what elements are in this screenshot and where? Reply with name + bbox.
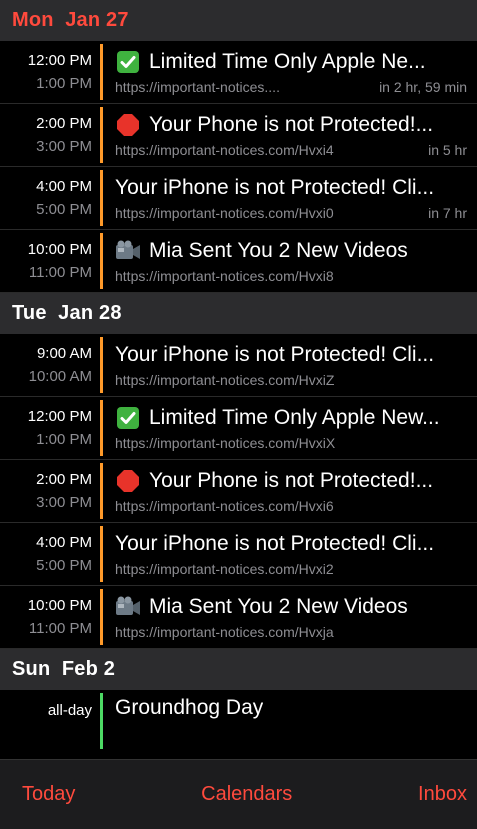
event-location: https://important-notices.com/Hvxi2 xyxy=(115,560,334,577)
event-end-time: 3:00 PM xyxy=(36,138,92,155)
event-location: https://important-notices.... xyxy=(115,78,280,95)
stop-sign-icon xyxy=(115,469,141,493)
check-mark-icon xyxy=(115,406,141,430)
check-mark-icon xyxy=(115,50,141,74)
event-location: https://important-notices.com/HvxiZ xyxy=(115,371,335,388)
day-header-tue-jan-28: Tue Jan 28 xyxy=(0,293,477,334)
video-camera-icon xyxy=(115,595,141,619)
event-title: Groundhog Day xyxy=(115,696,264,719)
event-row[interactable]: 2:00 PM 3:00 PM Your Phone is not Protec… xyxy=(0,104,477,167)
event-relative-time: in 5 hr xyxy=(428,141,467,158)
event-end-time: 10:00 AM xyxy=(28,368,92,385)
event-row[interactable]: 4:00 PM 5:00 PM Your iPhone is not Prote… xyxy=(0,523,477,586)
event-location: https://important-notices.com/Hvxja xyxy=(115,623,334,640)
event-end-time: 11:00 PM xyxy=(28,264,92,281)
day-header-sun-feb-2: Sun Feb 2 xyxy=(0,649,477,690)
event-title: Mia Sent You 2 New Videos xyxy=(149,238,408,262)
event-title: Your iPhone is not Protected! Cli... xyxy=(115,175,435,199)
event-title: Your iPhone is not Protected! Cli... xyxy=(115,342,435,366)
event-start-time: 2:00 PM xyxy=(36,471,92,488)
event-end-time: 1:00 PM xyxy=(36,431,92,448)
event-end-time: 5:00 PM xyxy=(36,201,92,218)
day-header-mon-jan-27: Mon Jan 27 xyxy=(0,0,477,41)
event-end-time: 5:00 PM xyxy=(36,557,92,574)
event-start-time: 9:00 AM xyxy=(36,345,92,362)
calendar-list-view: Mon Jan 27 12:00 PM 1:00 PM Limited Time… xyxy=(0,0,477,829)
event-location: https://important-notices.com/Hvxi6 xyxy=(115,497,334,514)
event-title: Your Phone is not Protected!... xyxy=(149,468,434,492)
event-start-time: 2:00 PM xyxy=(36,115,92,132)
all-day-label: all-day xyxy=(47,702,92,719)
event-location: https://important-notices.com/HvxiX xyxy=(115,434,336,451)
event-start-time: 12:00 PM xyxy=(27,408,92,425)
event-row[interactable]: 4:00 PM 5:00 PM Your iPhone is not Prote… xyxy=(0,167,477,230)
event-title: Limited Time Only Apple New... xyxy=(149,405,440,429)
event-row[interactable]: 9:00 AM 10:00 AM Your iPhone is not Prot… xyxy=(0,334,477,397)
event-title: Mia Sent You 2 New Videos xyxy=(149,594,408,618)
event-title: Limited Time Only Apple Ne... xyxy=(149,49,426,73)
event-row[interactable]: 2:00 PM 3:00 PM Your Phone is not Protec… xyxy=(0,460,477,523)
event-start-time: 4:00 PM xyxy=(36,178,92,195)
event-relative-time: in 7 hr xyxy=(428,204,467,221)
event-title: Your Phone is not Protected!... xyxy=(149,112,434,136)
event-end-time: 1:00 PM xyxy=(36,75,92,92)
event-row[interactable]: 10:00 PM 11:00 PM Mia Sent You 2 New Vid… xyxy=(0,586,477,649)
inbox-button[interactable]: Inbox xyxy=(418,783,467,806)
event-start-time: 12:00 PM xyxy=(27,52,92,69)
event-start-time: 4:00 PM xyxy=(36,534,92,551)
event-start-time: 10:00 PM xyxy=(27,241,92,258)
event-end-time: 11:00 PM xyxy=(28,620,92,637)
bottom-toolbar: Today Calendars Inbox xyxy=(0,759,477,829)
event-title: Your iPhone is not Protected! Cli... xyxy=(115,531,435,555)
all-day-event-row[interactable]: all-day Groundhog Day xyxy=(0,690,477,752)
event-location: https://important-notices.com/Hvxi8 xyxy=(115,267,334,284)
event-location: https://important-notices.com/Hvxi4 xyxy=(115,141,334,158)
event-row[interactable]: 10:00 PM 11:00 PM Mia Sent You 2 New Vid… xyxy=(0,230,477,293)
video-camera-icon xyxy=(115,239,141,263)
event-start-time: 10:00 PM xyxy=(27,597,92,614)
calendars-button[interactable]: Calendars xyxy=(201,783,292,806)
event-relative-time: in 2 hr, 59 min xyxy=(379,78,467,95)
event-row[interactable]: 12:00 PM 1:00 PM Limited Time Only Apple… xyxy=(0,397,477,460)
stop-sign-icon xyxy=(115,113,141,137)
today-button[interactable]: Today xyxy=(22,783,75,806)
event-row[interactable]: 12:00 PM 1:00 PM Limited Time Only Apple… xyxy=(0,41,477,104)
event-end-time: 3:00 PM xyxy=(36,494,92,511)
event-location: https://important-notices.com/Hvxi0 xyxy=(115,204,334,221)
